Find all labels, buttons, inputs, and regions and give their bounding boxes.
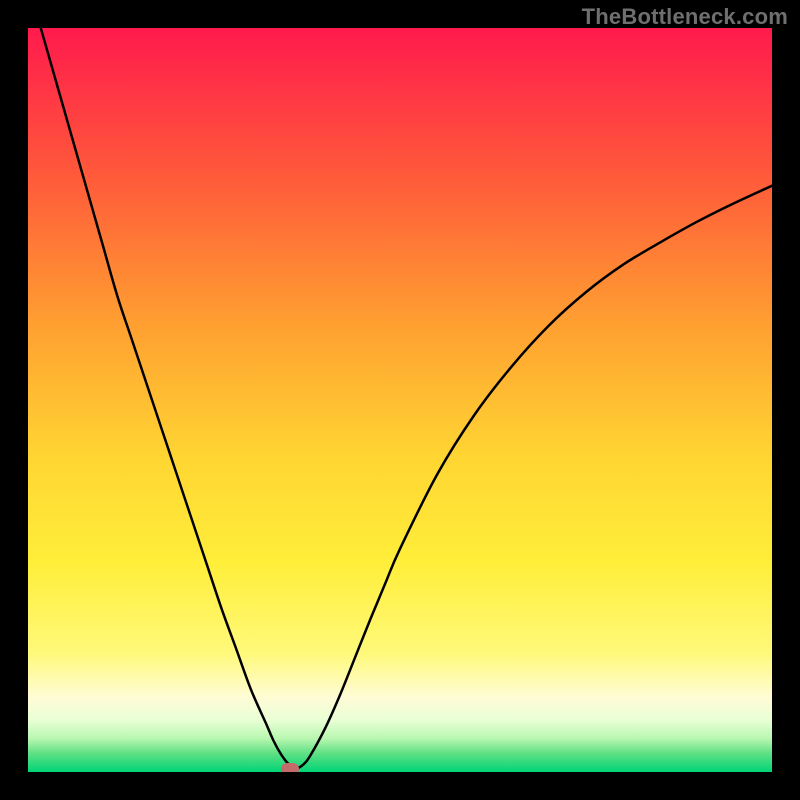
- minimum-marker: [281, 763, 299, 772]
- plot-area: [28, 28, 772, 772]
- watermark-text: TheBottleneck.com: [582, 4, 788, 30]
- chart-frame: TheBottleneck.com: [0, 0, 800, 800]
- bottleneck-curve: [28, 28, 772, 772]
